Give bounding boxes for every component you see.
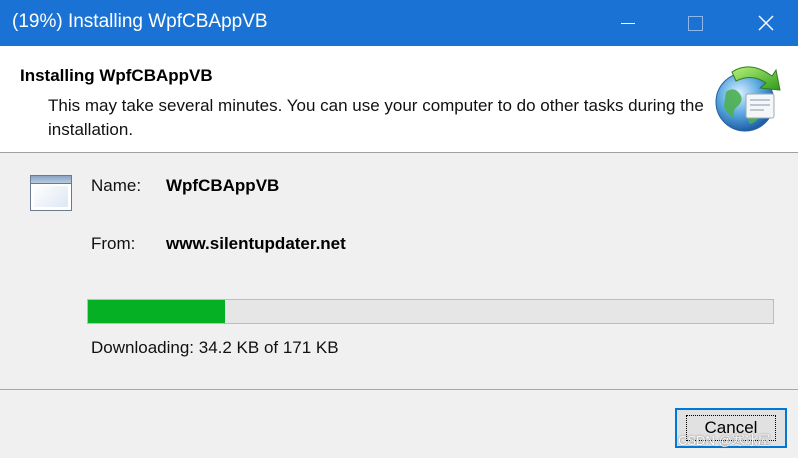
minimize-button[interactable] — [598, 0, 658, 46]
close-icon — [758, 15, 774, 31]
title-bar[interactable]: (19%) Installing WpfCBAppVB — [0, 0, 798, 46]
maximize-button[interactable] — [665, 0, 725, 46]
header-title: Installing WpfCBAppVB — [20, 66, 213, 85]
watermark-text: CSDN @寒冰屋 — [678, 433, 771, 448]
name-label: Name: — [91, 176, 142, 195]
application-window-icon — [30, 175, 72, 211]
maximize-icon — [687, 15, 703, 31]
globe-install-icon — [715, 66, 781, 132]
progress-fill — [88, 300, 225, 323]
close-button[interactable] — [736, 0, 796, 46]
from-label: From: — [91, 234, 136, 253]
minimize-icon — [621, 22, 635, 24]
name-value: WpfCBAppVB — [166, 176, 280, 195]
download-progress-bar — [87, 299, 774, 324]
from-value: www.silentupdater.net — [166, 234, 346, 253]
install-details-panel: Name: WpfCBAppVB From: www.silentupdater… — [0, 153, 798, 390]
header-description: This may take several minutes. You can u… — [48, 96, 704, 139]
window-title: (19%) Installing WpfCBAppVB — [12, 11, 268, 32]
download-status: Downloading: 34.2 KB of 171 KB — [91, 338, 339, 357]
dialog-header: Installing WpfCBAppVB This may take seve… — [0, 46, 798, 153]
